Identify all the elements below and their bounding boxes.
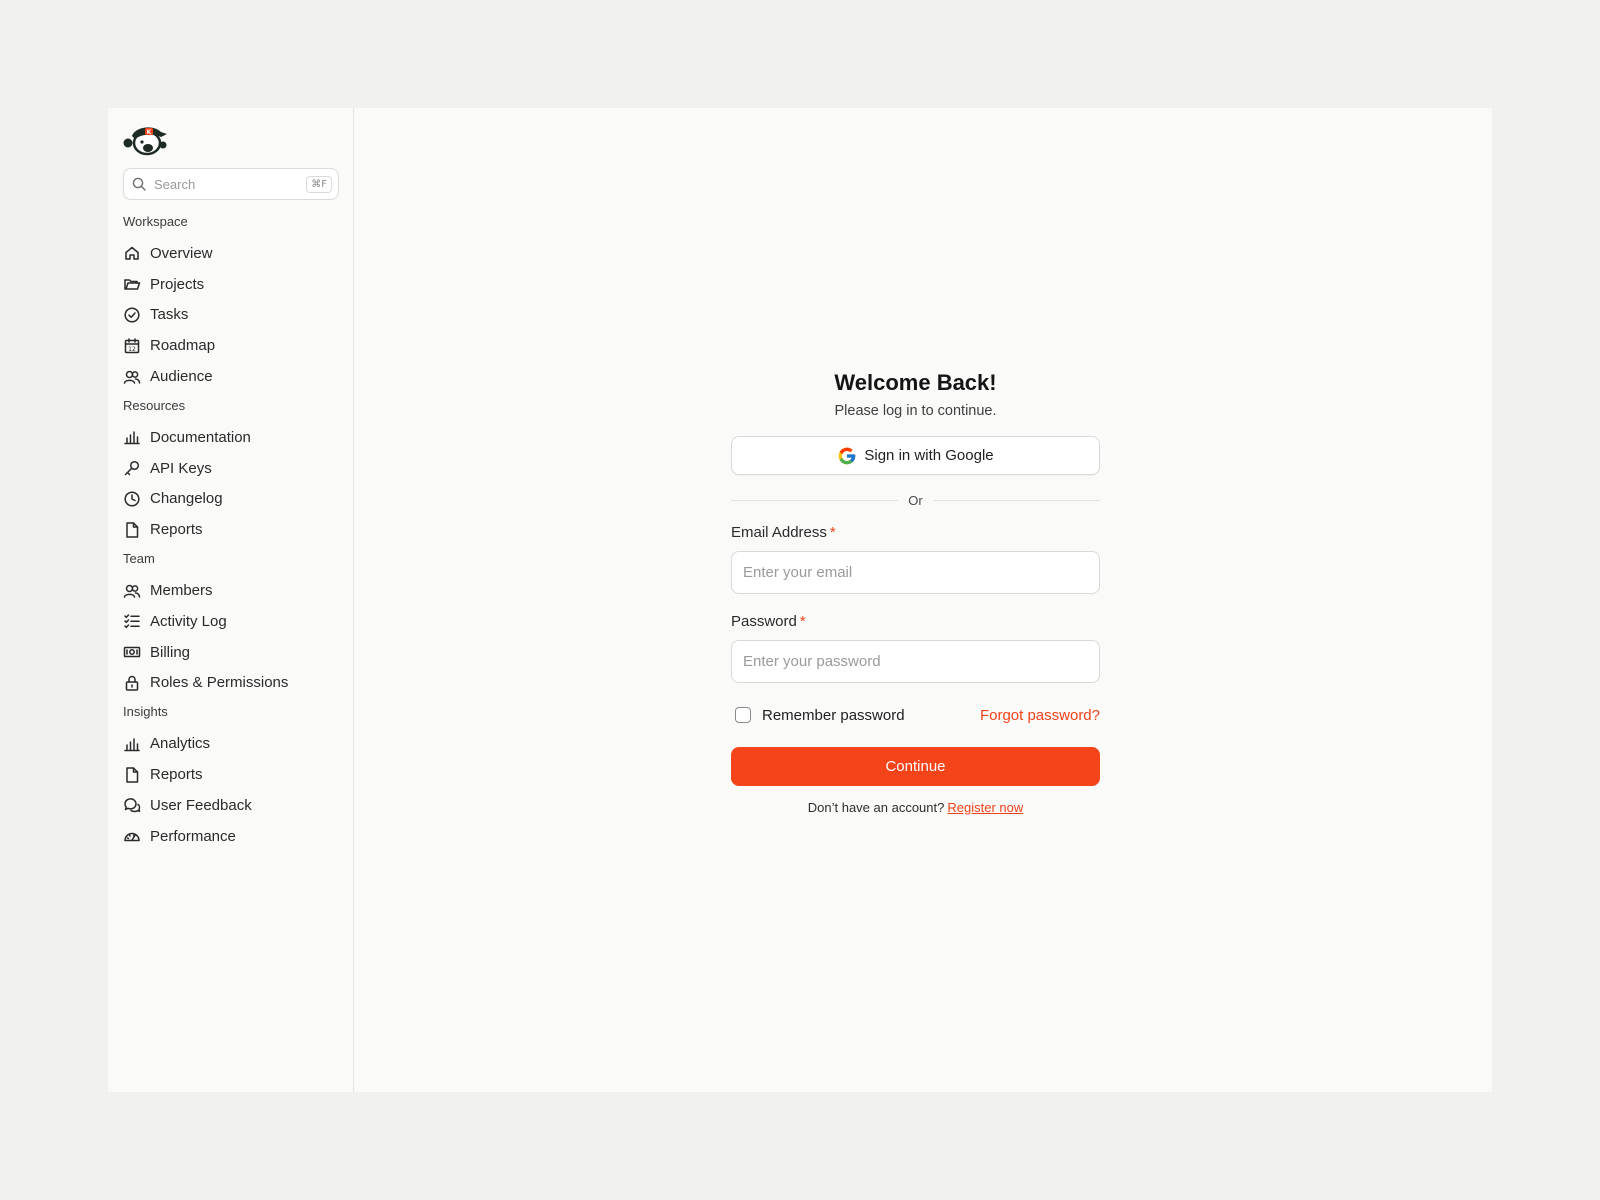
users-icon [123,584,141,598]
required-mark: * [829,524,836,541]
sidebar-item-projects[interactable]: Projects [123,269,338,300]
nav-group-team: Members Activity Log Billing Roles & Permis… [123,575,338,698]
sidebar-item-overview[interactable]: Overview [123,238,338,269]
sidebar-item-reports[interactable]: Reports [123,514,338,545]
password-label: Password * [731,613,1100,631]
continue-button[interactable]: Continue [731,747,1100,786]
sidebar-item-members[interactable]: Members [123,575,338,606]
page-title: Welcome Back! [834,370,997,395]
chat-icon [124,798,141,813]
forgot-password-link[interactable]: Forgot password? [980,707,1100,724]
sidebar-item-activity-log[interactable]: Activity Log [123,606,338,637]
section-title-workspace: Workspace [123,214,188,229]
sidebar-item-performance[interactable]: Performance [123,821,338,852]
sidebar-item-label: Roles & Permissions [150,674,289,692]
sidebar-item-label: Performance [150,827,236,845]
password-field[interactable] [731,640,1100,683]
remember-password[interactable]: Remember password [731,707,905,724]
key-icon [124,461,140,476]
email-field[interactable] [731,551,1100,594]
folder-icon [124,279,141,290]
sidebar-item-label: Billing [150,643,191,661]
search-placeholder: Search [154,176,196,192]
main-content: Welcome Back! Please log in to continue.… [354,108,1492,1092]
bar-chart-icon [124,738,140,751]
svg-text:12: 12 [128,346,136,353]
svg-text:K: K [147,129,152,136]
sidebar-item-label: Overview [150,244,213,262]
search-icon [132,177,146,191]
sidebar-item-label: Activity Log [150,612,227,630]
page-subtitle: Please log in to continue. [834,403,997,419]
sidebar-item-documentation[interactable]: Documentation [123,422,338,453]
sidebar-item-label: Analytics [150,735,211,753]
nav-group-resources: Documentation API Keys Changelog Reports [123,422,338,545]
sidebar-item-analytics[interactable]: Analytics [123,728,338,759]
google-icon [839,447,856,464]
remember-label: Remember password [762,706,905,724]
password-label-text: Password [731,613,797,630]
sidebar-item-changelog[interactable]: Changelog [123,484,338,515]
password-field-group: Password * [731,613,1100,683]
sidebar-item-tasks[interactable]: Tasks [123,300,338,331]
sidebar: K Search ⌘F Workspace Overview Projects Tas… [108,108,354,1092]
email-label: Email Address * [731,524,1100,542]
sidebar-item-label: User Feedback [150,796,252,814]
lock-icon [125,675,139,691]
sidebar-item-label: Reports [150,766,203,784]
sidebar-item-roadmap[interactable]: 12 Roadmap [123,330,338,361]
google-signin-label: Sign in with Google [864,447,994,464]
sidebar-item-label: Roadmap [150,337,216,355]
app-window: K Search ⌘F Workspace Overview Projects Tas… [108,108,1492,1092]
calendar-icon: 12 [124,338,140,354]
or-divider: Or [731,490,1100,510]
check-circle-icon [124,307,140,323]
email-field-group: Email Address * [731,524,1100,594]
register-link[interactable]: Register now [947,800,1023,815]
sidebar-item-roles-permissions[interactable]: Roles & Permissions [123,668,338,699]
login-form: Welcome Back! Please log in to continue.… [731,370,1100,815]
remember-checkbox[interactable] [735,707,751,723]
divider-label: Or [898,492,933,508]
sidebar-item-audience[interactable]: Audience [123,361,338,392]
sidebar-item-api-keys[interactable]: API Keys [123,453,338,484]
email-label-text: Email Address [731,524,827,541]
sidebar-item-label: Documentation [150,428,251,446]
section-title-resources: Resources [123,397,186,413]
nav-group-insights: Analytics Reports User Feedback Performance [123,728,338,851]
brand-logo-icon: K [123,127,167,156]
gauge-icon [124,832,140,842]
logo[interactable]: K [123,122,169,158]
register-row: Don’t have an account? Register now [731,800,1100,815]
register-prompt: Don’t have an account? [807,800,945,815]
nav-group-workspace: Overview Projects Tasks 12 Roadmap Audience [123,238,338,392]
users-icon [123,370,141,384]
search-shortcut-badge: ⌘F [306,175,332,193]
list-check-icon [124,614,140,629]
sidebar-item-label: Projects [150,275,205,293]
sidebar-item-label: Changelog [150,490,223,508]
sidebar-item-user-feedback[interactable]: User Feedback [123,790,338,821]
clock-icon [124,491,140,507]
remember-row: Remember password Forgot password? [731,700,1100,730]
banknote-icon [123,646,141,658]
sidebar-item-label: Reports [150,521,203,539]
sidebar-item-label: Members [150,582,213,600]
sidebar-item-billing[interactable]: Billing [123,637,338,668]
search-input[interactable]: Search ⌘F [123,168,339,200]
sidebar-item-label: Tasks [150,306,189,324]
file-icon [126,766,139,783]
required-mark: * [799,613,806,630]
section-title-team: Team [123,551,155,567]
sidebar-item-reports[interactable]: Reports [123,759,338,790]
google-signin-button[interactable]: Sign in with Google [731,436,1100,475]
bar-chart-icon [124,431,140,445]
section-title-insights: Insights [123,704,168,720]
file-icon [126,522,139,538]
home-icon [125,247,139,261]
sidebar-nav: Workspace Overview Projects Tasks 12 Roadmap A… [123,211,338,852]
sidebar-item-label: API Keys [150,459,212,477]
sidebar-item-label: Audience [150,368,213,386]
